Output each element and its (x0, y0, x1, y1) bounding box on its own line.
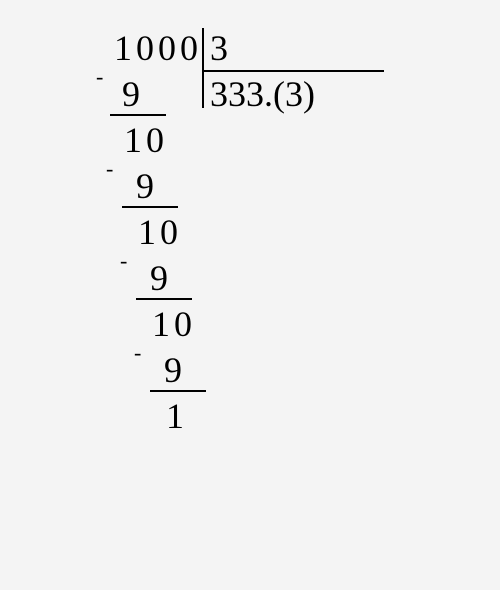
step-subtrahend: 9 (120, 76, 142, 112)
quotient-value: 333.(3) (210, 76, 315, 112)
step-result-digit: 1 (136, 214, 158, 250)
minus-sign: - (96, 66, 103, 88)
minus-sign: - (120, 250, 127, 272)
dividend-digit: 0 (156, 30, 178, 66)
dividend-digit: 0 (178, 30, 200, 66)
step-result-digit: 0 (144, 122, 166, 158)
minus-sign: - (134, 342, 141, 364)
long-division-diagram: 1 0 0 0 3 333.(3) - 9 1 0 - 9 1 0 - 9 1 … (0, 0, 500, 590)
dividend-digit: 1 (112, 30, 134, 66)
step-rule (122, 206, 178, 208)
step-rule (110, 114, 166, 116)
division-vertical-bar (202, 28, 204, 108)
step-subtrahend: 9 (148, 260, 170, 296)
step-rule (136, 298, 192, 300)
division-horizontal-bar (204, 70, 384, 72)
step-result-digit: 0 (172, 306, 194, 342)
step-result-digit: 0 (158, 214, 180, 250)
step-result-digit: 1 (150, 306, 172, 342)
final-remainder: 1 (164, 398, 186, 434)
step-subtrahend: 9 (162, 352, 184, 388)
step-subtrahend: 9 (134, 168, 156, 204)
step-rule (150, 390, 206, 392)
divisor-digit: 3 (208, 30, 230, 66)
minus-sign: - (106, 158, 113, 180)
dividend-digit: 0 (134, 30, 156, 66)
step-result-digit: 1 (122, 122, 144, 158)
